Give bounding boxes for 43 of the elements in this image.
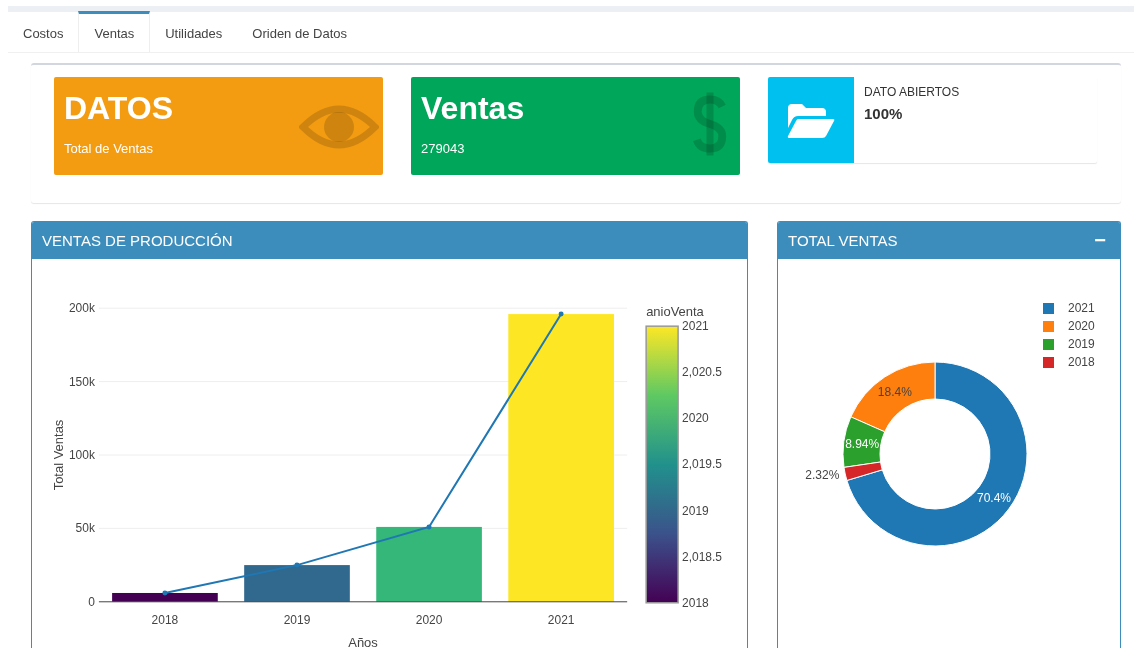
axis-title: Años bbox=[348, 634, 378, 648]
panel-title: TOTAL VENTAS bbox=[788, 232, 898, 249]
axis-label: 200k bbox=[68, 301, 95, 316]
legend-label: 2019 bbox=[1068, 337, 1095, 351]
axis-label: 2021 bbox=[547, 612, 575, 627]
card-text: 100% bbox=[864, 105, 904, 122]
axis-label: 2018 bbox=[151, 612, 179, 627]
panel-title: VENTAS DE PRODUCCIÓN bbox=[42, 232, 233, 249]
card-title: DATOS bbox=[64, 89, 174, 128]
tab[interactable]: Ventas bbox=[78, 11, 151, 52]
axis-label: 2,020.5 bbox=[682, 365, 723, 380]
axis-label: 2,019.5 bbox=[682, 457, 723, 472]
axis-label: 2018 bbox=[682, 595, 709, 610]
tab[interactable]: Costos bbox=[8, 11, 79, 52]
card-text: 279043 bbox=[421, 141, 466, 156]
tab[interactable]: Oriden de Datos bbox=[237, 11, 362, 52]
axis-label: 2020 bbox=[682, 411, 709, 426]
data-label: 70.4% bbox=[976, 490, 1011, 505]
axis-label: 50k bbox=[75, 521, 95, 536]
axis-label: 2019 bbox=[283, 612, 311, 627]
data-label: 8.94% bbox=[845, 437, 880, 452]
card-title: DATO ABIERTOS bbox=[864, 85, 960, 99]
axis-label: 2019 bbox=[682, 503, 709, 518]
legend-label: 2020 bbox=[1068, 319, 1095, 333]
axis-label: 2,018.5 bbox=[682, 549, 723, 564]
legend-label: 2021 bbox=[1068, 301, 1095, 315]
eye-icon bbox=[299, 105, 379, 149]
legend-label: 2018 bbox=[1068, 355, 1095, 369]
folder-icon bbox=[787, 104, 835, 138]
axis-label: 0 bbox=[88, 594, 95, 609]
data-label: 18.4% bbox=[877, 385, 912, 400]
card-text: Total de Ventas bbox=[64, 141, 154, 156]
card-title: Ventas bbox=[421, 89, 525, 128]
axis-label: 2020 bbox=[415, 612, 443, 627]
data-label: 2.32% bbox=[805, 468, 840, 483]
axis-title: Total Ventas bbox=[50, 419, 66, 491]
legend-title: anioVenta bbox=[646, 304, 704, 320]
axis-label: 150k bbox=[68, 374, 95, 389]
axis-label: 100k bbox=[68, 448, 95, 462]
axis-label: 2021 bbox=[682, 319, 709, 334]
tab[interactable]: Utilidades bbox=[150, 11, 238, 52]
collapse-button[interactable]: − bbox=[1090, 229, 1110, 252]
dollar-icon bbox=[693, 92, 727, 156]
